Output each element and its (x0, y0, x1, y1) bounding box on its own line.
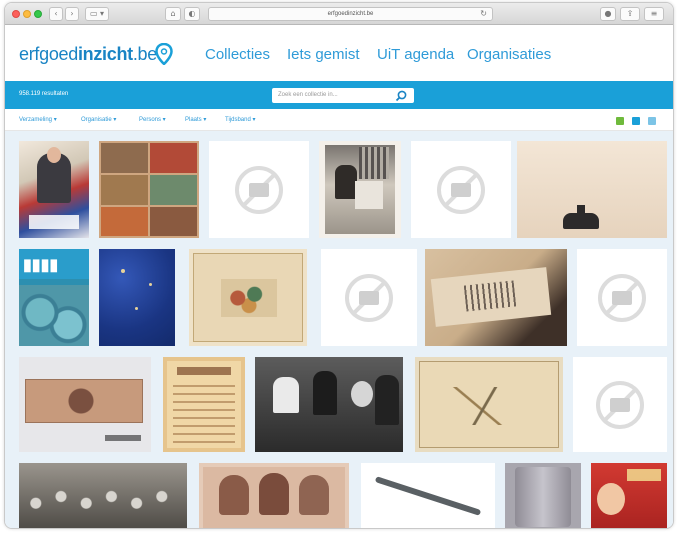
no-image-placeholder[interactable] (209, 141, 309, 238)
browser-window: ‹ › ▭ ▾ ⌂ ◐ erfgoedinzicht.be ↻ ● ⇪ ≡ er… (4, 2, 674, 529)
result-tile[interactable] (99, 141, 199, 238)
result-tile[interactable] (415, 357, 563, 452)
result-tile[interactable]: ▮▮▮▮ (19, 249, 89, 346)
result-tile[interactable] (19, 141, 89, 238)
no-image-placeholder[interactable] (411, 141, 511, 238)
filter-plaats[interactable]: Plaats ▾ (185, 116, 206, 123)
filter-organisatie[interactable]: Organisatie ▾ (81, 116, 116, 123)
no-image-placeholder[interactable] (321, 249, 417, 346)
result-tile[interactable] (19, 463, 187, 528)
result-tile[interactable] (517, 141, 667, 238)
share-icon[interactable]: ⇪ (620, 7, 640, 21)
result-tile[interactable] (199, 463, 349, 528)
filter-label: Tijdsband (225, 117, 251, 123)
nav-uit-agenda[interactable]: UiT agenda (377, 46, 454, 63)
camera-icon (612, 290, 632, 305)
search-icon[interactable] (395, 90, 407, 102)
cover-title-glyphs: ▮▮▮▮ (23, 257, 59, 274)
nav-collecties[interactable]: Collecties (205, 46, 270, 63)
result-tile[interactable] (361, 463, 495, 528)
address-text: erfgoedinzicht.be (327, 11, 374, 17)
list-view-icon[interactable] (648, 117, 656, 125)
tabs-icon[interactable]: ≡ (644, 7, 664, 21)
grid-view-icon[interactable] (632, 117, 640, 125)
result-tile[interactable] (319, 141, 401, 238)
browser-chrome: ‹ › ▭ ▾ ⌂ ◐ erfgoedinzicht.be ↻ ● ⇪ ≡ (5, 3, 673, 25)
address-bar[interactable]: erfgoedinzicht.be ↻ (208, 7, 493, 21)
reload-icon[interactable]: ↻ (480, 8, 487, 20)
result-tile[interactable] (189, 249, 307, 346)
camera-icon (610, 397, 630, 412)
result-tile[interactable] (505, 463, 581, 528)
camera-icon (249, 182, 269, 197)
filter-label: Verzameling (19, 117, 53, 123)
home-icon[interactable]: ⌂ (165, 7, 181, 21)
filter-label: Persons (139, 117, 162, 123)
nav-iets-gemist[interactable]: Iets gemist (287, 46, 360, 63)
filter-verzameling[interactable]: Verzameling ▾ (19, 116, 57, 123)
result-tile[interactable] (99, 249, 175, 346)
camera-icon (359, 290, 379, 305)
logo-bold: inzicht (77, 44, 133, 64)
shield-icon[interactable]: ◐ (184, 7, 200, 21)
location-pin-icon (155, 43, 173, 65)
download-icon[interactable]: ● (600, 7, 616, 21)
forward-icon[interactable]: › (65, 7, 79, 21)
results-grid: ▮▮▮▮ (5, 131, 673, 528)
result-tile[interactable] (163, 357, 245, 452)
filter-tijdsband[interactable]: Tijdsband ▾ (225, 116, 255, 123)
mosaic-view-icon[interactable] (616, 117, 624, 125)
result-tile[interactable] (591, 463, 667, 528)
logo-tld: .be (132, 44, 157, 64)
camera-icon (451, 182, 471, 197)
search-input[interactable]: Zoek een collectie in... (272, 88, 414, 103)
site-header: erfgoedinzicht.be Collecties Iets gemist… (5, 25, 673, 81)
results-count: 958.119 resultaten (19, 91, 69, 97)
filter-label: Plaats (185, 117, 202, 123)
logo-plain: erfgoed (19, 44, 78, 64)
filter-persons[interactable]: Persons ▾ (139, 116, 166, 123)
result-tile[interactable] (425, 249, 567, 346)
nav-organisaties[interactable]: Organisaties (467, 46, 551, 63)
result-tile[interactable] (255, 357, 403, 452)
close-window-button[interactable] (12, 10, 20, 18)
filter-label: Organisatie (81, 117, 112, 123)
maximize-window-button[interactable] (34, 10, 42, 18)
result-tile[interactable] (19, 357, 151, 452)
results-toolbar: 958.119 resultaten Zoek een collectie in… (5, 81, 673, 109)
no-image-placeholder[interactable] (573, 357, 667, 452)
minimize-window-button[interactable] (23, 10, 31, 18)
no-image-placeholder[interactable] (577, 249, 667, 346)
filter-bar: Verzameling ▾ Organisatie ▾ Persons ▾ Pl… (5, 109, 673, 131)
back-icon[interactable]: ‹ (49, 7, 63, 21)
site-logo[interactable]: erfgoedinzicht.be (19, 44, 157, 65)
sidebar-toggle-icon[interactable]: ▭ ▾ (85, 7, 109, 21)
